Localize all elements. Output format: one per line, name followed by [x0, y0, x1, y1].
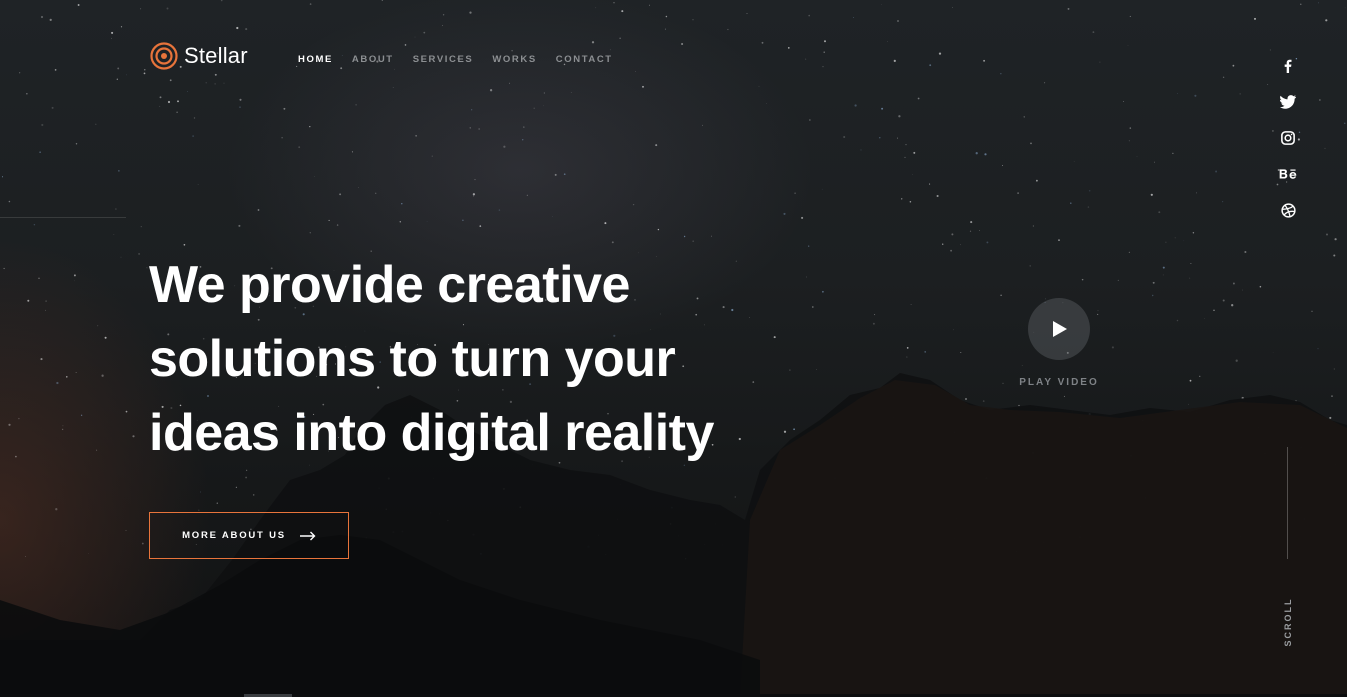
brand-name: Stellar: [184, 43, 248, 68]
play-video-button[interactable]: [1028, 298, 1090, 360]
instagram-icon[interactable]: [1276, 120, 1300, 156]
scroll-indicator-line: [1287, 447, 1288, 559]
twitter-icon[interactable]: [1276, 84, 1300, 120]
behance-icon[interactable]: [1276, 156, 1300, 192]
headline-line-2: solutions to turn your: [149, 330, 676, 388]
arrow-right-icon: [299, 531, 316, 540]
nav-item-services[interactable]: SERVICES: [413, 54, 474, 65]
headline-line-1: We provide creative: [149, 256, 630, 314]
main-nav: HOME ABOUT SERVICES WORKS CONTACT: [298, 54, 632, 65]
headline-line-3: ideas into digital reality: [149, 404, 714, 462]
social-links: [1276, 48, 1300, 228]
dribbble-icon[interactable]: [1276, 192, 1300, 228]
brand-logo[interactable]: Stellar: [150, 42, 248, 70]
hero-section: Stellar HOME ABOUT SERVICES WORKS CONTAC…: [0, 0, 1347, 697]
more-about-us-button[interactable]: MORE ABOUT US: [149, 512, 349, 559]
nav-item-contact[interactable]: CONTACT: [556, 54, 613, 65]
nav-item-home[interactable]: HOME: [298, 54, 333, 65]
play-icon: [1053, 321, 1067, 337]
target-logo-icon: [150, 42, 178, 70]
decorative-line: [0, 217, 126, 218]
scroll-label[interactable]: SCROLL: [1283, 594, 1293, 650]
play-video-label[interactable]: PLAY VIDEO: [1000, 377, 1118, 388]
nav-item-works[interactable]: WORKS: [492, 54, 536, 65]
hero-headline: We provide creative solutions to turn yo…: [149, 248, 829, 470]
cta-label: MORE ABOUT US: [182, 530, 286, 541]
nav-item-about[interactable]: ABOUT: [352, 54, 394, 65]
facebook-icon[interactable]: [1276, 48, 1300, 84]
